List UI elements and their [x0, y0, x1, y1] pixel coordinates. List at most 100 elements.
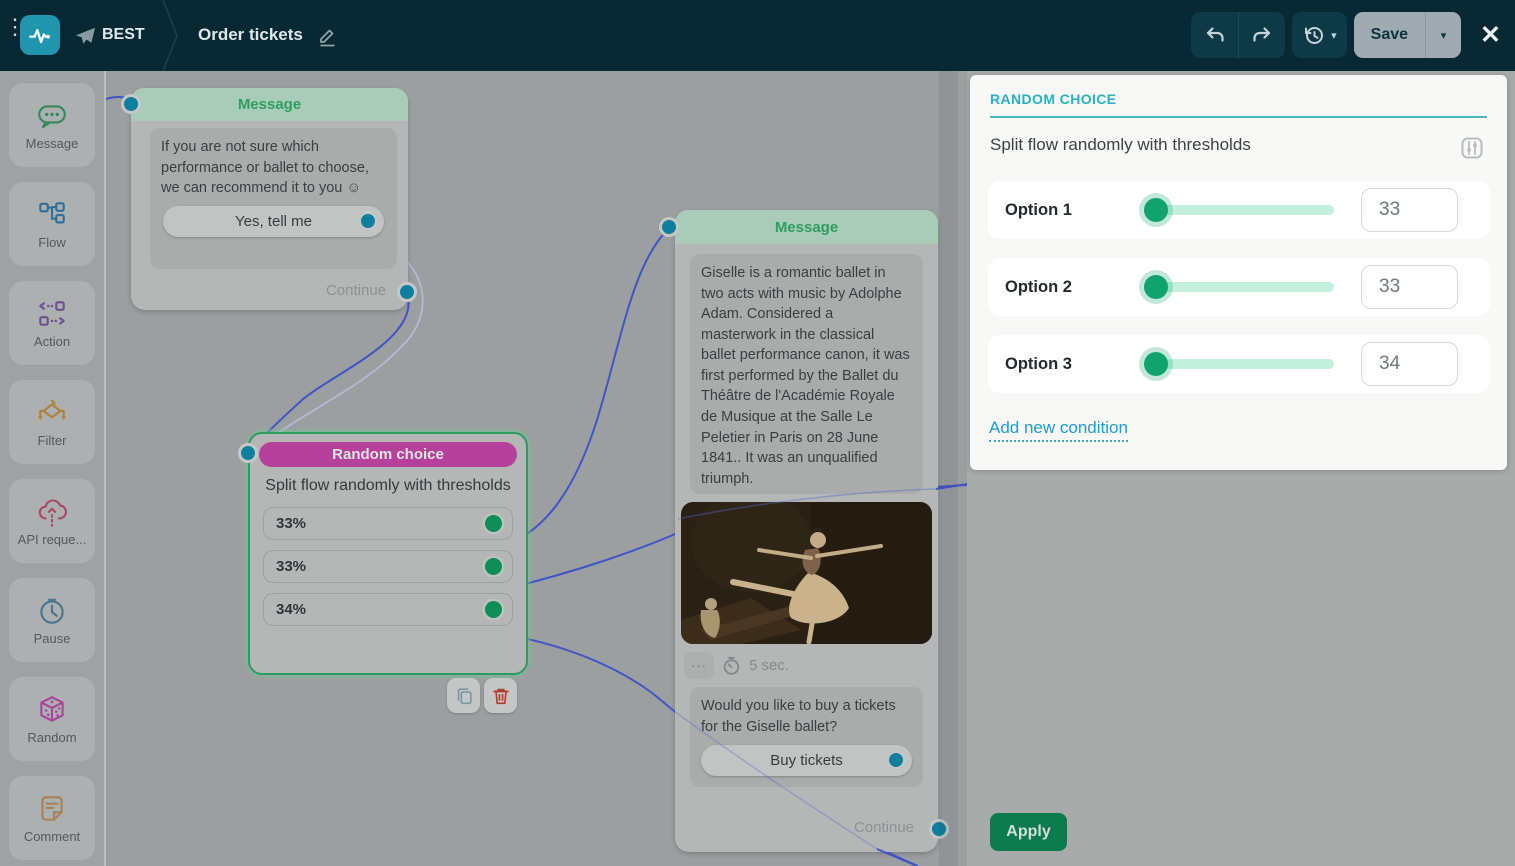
delete-node-button[interactable]: [484, 678, 517, 713]
slider-track[interactable]: [1144, 205, 1334, 215]
random-option-3[interactable]: 34%: [263, 592, 513, 626]
add-new-condition-link[interactable]: Add new condition: [989, 418, 1128, 442]
api-request-icon: [38, 499, 67, 527]
random-option-1-output-port[interactable]: [485, 514, 502, 532]
duplicate-node-button[interactable]: [447, 678, 480, 713]
random-node-header: Random choice: [259, 442, 517, 467]
message-node-2-continue: Continue: [854, 819, 914, 836]
comment-note-icon: [41, 796, 63, 821]
yes-tell-me-output-port[interactable]: [359, 211, 377, 230]
save-button[interactable]: Save: [1354, 12, 1425, 58]
option-3-slider[interactable]: [1144, 352, 1334, 376]
flow-icon: [39, 202, 65, 224]
undo-redo-group: [1191, 12, 1286, 58]
option-3-label: Option 3: [1005, 354, 1072, 373]
slider-thumb[interactable]: [1144, 352, 1168, 376]
message-node-1-continue: Continue: [326, 282, 386, 299]
message-node-1-continue-port[interactable]: [397, 282, 417, 302]
buy-tickets-button[interactable]: Buy tickets: [701, 745, 912, 777]
sidebar-item-label: Flow: [38, 235, 66, 250]
bot-name[interactable]: BEST: [102, 26, 145, 44]
canvas-scrollbar[interactable]: [939, 71, 958, 866]
app-logo[interactable]: [20, 15, 60, 55]
slider-thumb[interactable]: [1144, 275, 1168, 299]
history-caret-icon: ▾: [1331, 29, 1337, 42]
slider-track[interactable]: [1144, 282, 1334, 292]
kebab-menu-icon[interactable]: ⋮: [4, 16, 26, 38]
random-option-2-label: 33%: [276, 557, 307, 575]
sidebar-item-label: Pause: [33, 631, 71, 646]
sidebar-item-random[interactable]: Random: [9, 677, 95, 761]
sidebar-item-comment[interactable]: Comment: [9, 776, 95, 860]
option-3-row: Option 3: [988, 335, 1490, 393]
question-box[interactable]: Would you like to buy a tickets for the …: [690, 687, 923, 787]
option-1-row: Option 1: [988, 181, 1490, 239]
slider-track[interactable]: [1144, 359, 1334, 369]
sidebar-item-filter[interactable]: Filter: [9, 380, 95, 464]
more-options-button[interactable]: ···: [684, 652, 714, 679]
save-split-button: Save ▾: [1353, 12, 1462, 58]
random-option-2-output-port[interactable]: [485, 557, 502, 575]
save-caret-button[interactable]: ▾: [1425, 12, 1461, 58]
sidebar-item-action[interactable]: Action: [9, 281, 95, 365]
random-node-input-port[interactable]: [238, 443, 258, 463]
random-option-1-label: 33%: [276, 514, 307, 532]
edit-title-icon[interactable]: [318, 26, 337, 47]
random-option-3-output-port[interactable]: [485, 600, 502, 618]
sidebar-item-flow[interactable]: Flow: [9, 182, 95, 266]
option-1-label: Option 1: [1005, 200, 1072, 219]
slider-thumb[interactable]: [1144, 198, 1168, 222]
random-choice-panel: RANDOM CHOICE Split flow randomly with t…: [970, 75, 1507, 470]
message-node-1[interactable]: Message If you are not sure which perfor…: [121, 88, 417, 310]
option-2-slider[interactable]: [1144, 275, 1334, 299]
trash-icon: [492, 688, 509, 704]
ballet-image[interactable]: [681, 502, 932, 644]
undo-button[interactable]: [1191, 12, 1238, 58]
apply-button[interactable]: Apply: [990, 813, 1067, 851]
message-node-2-text-box[interactable]: Giselle is a romantic ballet in two acts…: [690, 254, 923, 494]
action-icon: [39, 301, 65, 326]
message-bubble-icon: [38, 105, 66, 129]
breadcrumb-separator: [162, 0, 178, 71]
sidebar-item-label: Filter: [37, 433, 67, 448]
message-node-1-body[interactable]: If you are not sure which performance or…: [150, 128, 397, 269]
sidebar-item-label: Message: [25, 136, 79, 151]
buy-tickets-output-port[interactable]: [887, 751, 905, 770]
random-option-1[interactable]: 33%: [263, 506, 513, 540]
option-1-slider[interactable]: [1144, 198, 1334, 222]
message-node-1-input-port[interactable]: [121, 94, 141, 114]
redo-button[interactable]: [1238, 12, 1285, 58]
sidebar-item-api-request[interactable]: API reque...: [9, 479, 95, 563]
sidebar-item-pause[interactable]: Pause: [9, 578, 95, 662]
delay-label: 5 sec.: [749, 657, 790, 674]
sidebar-item-message[interactable]: Message: [9, 83, 95, 167]
ballet-scene-illustration: [681, 502, 932, 644]
message-node-2-header: Message: [675, 210, 938, 244]
telegram-plane-icon: [75, 27, 96, 44]
close-icon[interactable]: ✕: [1480, 22, 1501, 48]
option-3-value-input[interactable]: [1361, 342, 1458, 386]
option-2-label: Option 2: [1005, 277, 1072, 296]
buy-tickets-label: Buy tickets: [770, 752, 843, 769]
sidebar-item-label: Random: [27, 730, 77, 745]
message-node-2[interactable]: Message Giselle is a romantic ballet in …: [659, 210, 949, 852]
panel-title: RANDOM CHOICE: [990, 91, 1117, 107]
yes-tell-me-button[interactable]: Yes, tell me: [163, 205, 384, 237]
continue-label: Continue: [325, 282, 386, 299]
timer-icon: [723, 656, 740, 675]
flow-builder-screen: ⋮ BEST Order tickets ▾ Save ▾ ✕ Message …: [0, 0, 1515, 866]
option-2-value-input[interactable]: [1361, 265, 1458, 309]
random-choice-node[interactable]: Random choice Split flow randomly with t…: [238, 432, 528, 713]
continue-label: Continue: [853, 819, 914, 836]
sidebar-item-label: Comment: [23, 829, 81, 844]
thresholds-settings-icon[interactable]: [1461, 137, 1483, 159]
option-1-value-input[interactable]: [1361, 188, 1458, 232]
copy-icon: [457, 687, 472, 704]
message-node-1-text: If you are not sure which performance or…: [161, 139, 369, 197]
node-palette-sidebar: Message Flow Action Filter API reque... …: [0, 71, 106, 866]
filter-icon: [38, 399, 66, 421]
random-option-2[interactable]: 33%: [263, 549, 513, 583]
pause-clock-icon: [40, 598, 64, 624]
message-node-2-input-port[interactable]: [659, 217, 679, 237]
history-button[interactable]: ▾: [1292, 12, 1347, 58]
